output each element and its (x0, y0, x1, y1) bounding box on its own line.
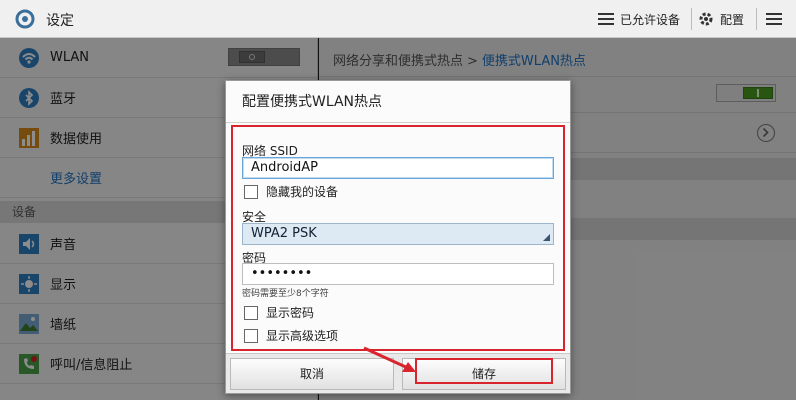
gear-icon (699, 12, 713, 26)
page-title: 设定 (46, 13, 74, 29)
save-highlight-box (415, 358, 553, 384)
password-input[interactable]: •••••••• (242, 263, 554, 285)
settings-gear-icon[interactable] (14, 8, 36, 30)
dropdown-triangle-icon (543, 234, 550, 241)
checkbox-box[interactable] (244, 184, 258, 199)
show-advanced-label: 显示高级选项 (266, 329, 339, 343)
show-password-checkbox[interactable]: 显示密码 (244, 304, 314, 321)
menu-icon (766, 13, 782, 25)
ssid-input[interactable]: AndroidAP (242, 157, 554, 179)
annotation-arrow-icon (363, 346, 416, 372)
configure-label: 配置 (720, 12, 745, 27)
list-icon (598, 13, 614, 25)
divider (756, 8, 757, 30)
divider (691, 8, 692, 30)
action-bar: 设定 已允许设备 配置 (0, 0, 796, 38)
configure-button[interactable]: 配置 (698, 8, 744, 30)
overflow-menu-button[interactable] (766, 8, 788, 30)
allowed-devices-label: 已允许设备 (620, 12, 681, 27)
allowed-devices-button[interactable]: 已允许设备 (598, 8, 680, 30)
password-hint: 密码需要至少8个字符 (242, 289, 329, 299)
hide-device-label: 隐藏我的设备 (266, 185, 339, 199)
checkbox-box[interactable] (244, 305, 258, 320)
show-password-label: 显示密码 (266, 306, 315, 320)
checkbox-box[interactable] (244, 328, 258, 343)
show-advanced-checkbox[interactable]: 显示高级选项 (244, 327, 338, 344)
security-value: WPA2 PSK (251, 226, 317, 241)
security-select[interactable]: WPA2 PSK (242, 223, 554, 245)
dialog-title: 配置便携式WLAN热点 (226, 81, 570, 123)
hide-device-checkbox[interactable]: 隐藏我的设备 (244, 183, 338, 200)
